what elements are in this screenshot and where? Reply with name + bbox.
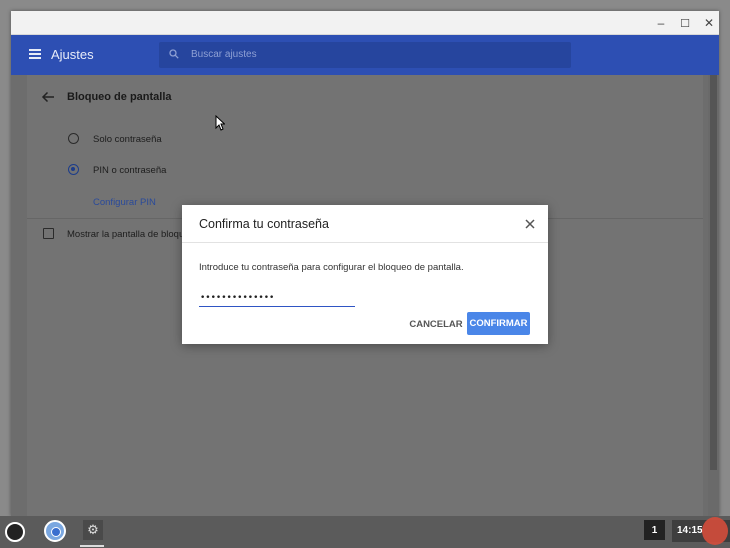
password-field[interactable] [199, 289, 355, 307]
close-icon[interactable] [524, 218, 536, 230]
confirm-password-dialog: Confirma tu contraseña Introduce tu cont… [182, 205, 548, 344]
radio-pin-or-password[interactable] [68, 164, 79, 175]
radio-password-only[interactable] [68, 133, 79, 144]
maximize-button[interactable]: ☐ [677, 15, 693, 31]
minimize-button[interactable]: – [653, 15, 669, 31]
window-close-button[interactable]: ✕ [701, 15, 717, 31]
notification-badge[interactable]: 1 [644, 520, 665, 540]
page-title: Bloqueo de pantalla [67, 91, 172, 103]
dialog-message: Introduce tu contraseña para configurar … [199, 262, 464, 273]
search-placeholder: Buscar ajustes [191, 49, 257, 60]
back-arrow-icon[interactable] [41, 91, 55, 103]
show-lock-screen-checkbox[interactable] [43, 228, 54, 239]
shelf [0, 516, 730, 548]
gear-icon[interactable]: ⚙ [83, 520, 103, 540]
app-header: Ajustes Buscar ajustes [11, 35, 719, 75]
search-icon [169, 49, 179, 59]
radio-password-only-label: Solo contraseña [93, 134, 162, 145]
app-title: Ajustes [51, 47, 94, 62]
menu-icon[interactable] [29, 49, 41, 59]
configure-pin-link[interactable]: Configurar PIN [93, 197, 156, 208]
title-bar: – ☐ ✕ [11, 11, 719, 35]
active-app-indicator [80, 545, 104, 547]
launcher-icon[interactable] [5, 522, 25, 542]
avatar[interactable] [702, 517, 728, 545]
clock: 14:15 [677, 525, 703, 536]
search-input[interactable]: Buscar ajustes [159, 42, 571, 68]
chrome-icon[interactable] [44, 520, 66, 542]
mouse-cursor-icon [215, 115, 225, 131]
cancel-button[interactable]: CANCELAR [408, 313, 464, 335]
confirm-button[interactable]: CONFIRMAR [467, 312, 530, 335]
dialog-divider [182, 242, 548, 243]
radio-pin-or-password-label: PIN o contraseña [93, 165, 167, 176]
show-lock-screen-label: Mostrar la pantalla de bloqueo [67, 229, 195, 240]
dialog-title: Confirma tu contraseña [199, 217, 329, 231]
scrollbar-thumb[interactable] [710, 75, 717, 470]
